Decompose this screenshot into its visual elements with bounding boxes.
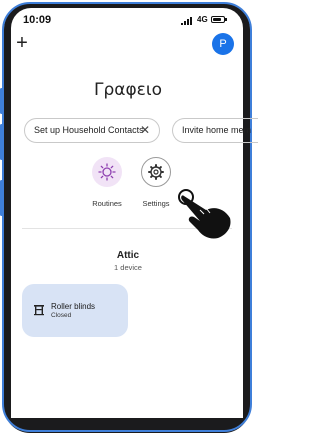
room-name[interactable]: Attic [0,250,256,261]
device-name: Roller blinds [51,302,96,311]
side-button [0,180,3,216]
routines-icon [98,163,116,181]
network-label: 4G [197,15,208,24]
close-icon[interactable]: ✕ [140,119,150,142]
chip-household-contacts[interactable]: Set up Household Contacts ✕ [24,118,160,143]
status-time: 10:09 [23,14,52,26]
home-title[interactable]: Γραφειο [0,80,256,100]
avatar[interactable]: P [212,33,234,55]
battery-tip [225,18,227,21]
battery-icon [211,16,225,23]
status-bar: 10:09 4G [11,8,243,32]
chip-label: Invite home mem [182,125,252,135]
volume-down-button [0,124,3,160]
gear-icon [148,164,164,180]
tap-hand-icon [178,189,231,239]
chip-invite-home-member[interactable]: Invite home mem [172,118,258,143]
routines-button[interactable] [92,157,122,187]
routines-label: Routines [92,199,122,208]
device-status: Closed [51,312,72,319]
add-button[interactable]: + [12,33,32,53]
settings-button[interactable] [141,157,171,187]
chip-label: Set up Household Contacts [34,125,144,135]
room-device-count: 1 device [114,263,142,272]
signal-icon [181,17,192,25]
blinds-icon [34,305,44,316]
